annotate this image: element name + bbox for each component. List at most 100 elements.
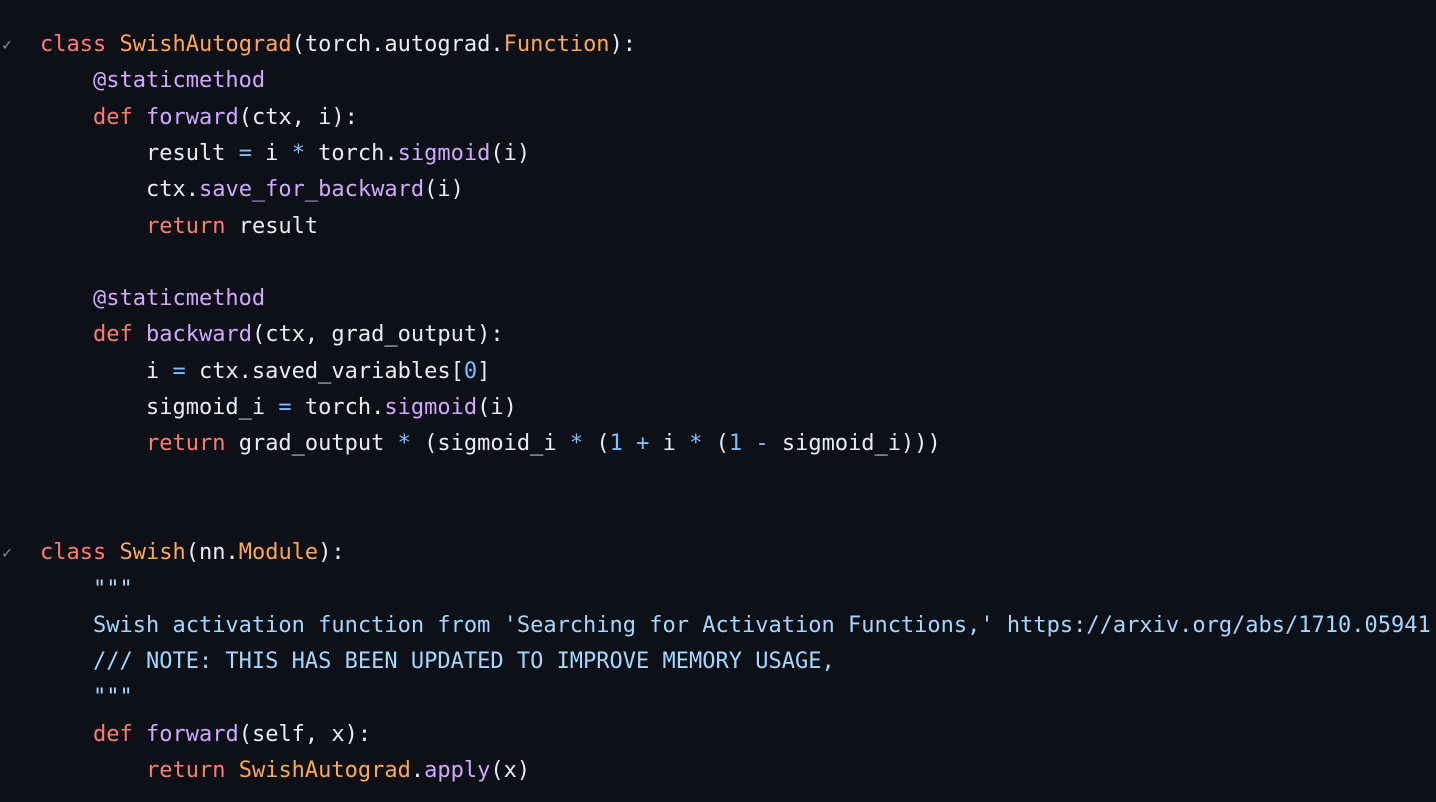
code-token: backward — [145, 322, 252, 348]
code-text: ctx.save_for_backward(i) — [40, 172, 464, 208]
code-token: (x) — [490, 758, 531, 783]
code-token: """ — [92, 685, 133, 711]
code-token: . — [410, 758, 425, 783]
code-editor[interactable]: ✓ class SwishAutograd(torch.autograd.Func… — [0, 0, 1436, 802]
code-token: sigmoid_i))) — [768, 431, 941, 457]
code-line[interactable]: return SwishAutograd.apply(x) — [0, 753, 1436, 789]
code-token: * — [291, 140, 305, 166]
code-token: (i) — [424, 177, 464, 203]
code-text: sigmoid_i = torch.sigmoid(i) — [40, 390, 517, 426]
fold-toggle-icon[interactable]: ✓ — [0, 535, 14, 571]
code-text: i = ctx.saved_variables[0] — [40, 354, 490, 390]
code-token: /// NOTE: THIS HAS BEEN UPDATED TO IMPRO… — [92, 649, 835, 675]
code-token: ( — [583, 431, 610, 457]
code-line[interactable]: /// NOTE: THIS HAS BEEN UPDATED TO IMPRO… — [0, 644, 1436, 680]
code-token: - — [755, 431, 769, 457]
code-token: * — [397, 431, 411, 457]
code-token: ): — [318, 540, 345, 566]
code-line[interactable]: i = ctx.saved_variables[0] — [0, 354, 1436, 390]
code-token: return — [145, 213, 226, 239]
code-token: * — [569, 431, 584, 457]
code-token: ctx.saved_variables[ — [185, 358, 464, 384]
code-token: return — [145, 431, 226, 457]
code-token: Module — [238, 540, 319, 566]
code-token: torch. — [291, 395, 385, 420]
code-token: torch. — [304, 140, 398, 166]
code-line[interactable]: def forward(self, x): — [0, 717, 1436, 753]
code-line[interactable]: """ — [0, 572, 1436, 608]
code-line[interactable]: ctx.save_for_backward(i) — [0, 172, 1436, 208]
code-line[interactable]: sigmoid_i = torch.sigmoid(i) — [0, 390, 1436, 426]
code-token: (sigmoid_i — [410, 431, 570, 457]
code-token: = — [238, 140, 252, 166]
code-line[interactable]: Swish activation function from 'Searchin… — [0, 608, 1436, 644]
code-token: forward — [145, 721, 239, 747]
code-token: Swish activation function from 'Searchin… — [92, 612, 1436, 638]
code-line[interactable] — [0, 245, 1436, 281]
code-line[interactable]: """ — [0, 680, 1436, 716]
code-line[interactable]: def backward(ctx, grad_output): — [0, 317, 1436, 353]
code-token: (ctx, i): — [238, 104, 358, 130]
code-token: i — [40, 358, 173, 384]
code-line[interactable] — [0, 463, 1436, 499]
code-text: return result — [40, 209, 318, 245]
code-token: result — [225, 213, 319, 239]
code-token: 1 — [728, 431, 743, 457]
code-token: class — [40, 32, 107, 57]
code-token: SwishAutograd — [238, 758, 411, 783]
code-text: /// NOTE: THIS HAS BEEN UPDATED TO IMPRO… — [40, 644, 835, 680]
code-text: """ — [40, 680, 133, 716]
code-line[interactable]: ✓ class SwishAutograd(torch.autograd.Func… — [0, 27, 1436, 63]
code-token: @staticmethod — [92, 286, 266, 312]
code-token: (ctx, grad_output): — [251, 322, 504, 348]
code-token: sigmoid — [384, 395, 478, 420]
code-line[interactable]: result = i * torch.sigmoid(i) — [0, 136, 1436, 172]
fold-toggle-icon[interactable]: ✓ — [0, 27, 14, 63]
code-token: save_for_backward — [198, 177, 425, 203]
code-token: ] — [477, 358, 491, 384]
code-token: (nn. — [185, 540, 239, 566]
code-text: @staticmethod — [40, 63, 265, 99]
code-text: Swish activation function from 'Searchin… — [40, 608, 1436, 644]
code-token: ctx. — [40, 177, 199, 203]
code-line[interactable]: ✓ class Swish(nn.Module): — [0, 535, 1436, 571]
code-token: ( — [702, 431, 729, 457]
code-text: def backward(ctx, grad_output): — [40, 317, 504, 353]
code-token: (torch.autograd. — [291, 32, 504, 57]
code-token: Swish — [119, 540, 186, 566]
code-token: sigmoid_i — [40, 395, 279, 420]
code-token: def — [92, 322, 133, 348]
code-token: + — [636, 431, 650, 457]
code-token: class — [40, 540, 107, 566]
code-token: """ — [92, 576, 133, 602]
code-line[interactable]: def forward(ctx, i): — [0, 100, 1436, 136]
code-line[interactable]: return grad_output * (sigmoid_i * (1 + i… — [0, 426, 1436, 462]
code-text: def forward(ctx, i): — [40, 100, 358, 136]
code-text: return grad_output * (sigmoid_i * (1 + i… — [40, 426, 941, 462]
code-line[interactable]: return result — [0, 209, 1436, 245]
code-token: apply — [424, 758, 491, 783]
code-text: class Swish(nn.Module): — [40, 535, 345, 571]
code-token: i — [251, 140, 292, 166]
code-line[interactable]: @staticmethod — [0, 63, 1436, 99]
code-text: return SwishAutograd.apply(x) — [40, 753, 530, 789]
code-token: @staticmethod — [92, 68, 266, 94]
code-token: grad_output — [225, 431, 398, 457]
code-text: def forward(self, x): — [40, 717, 371, 753]
code-token: return — [145, 758, 226, 783]
code-line[interactable]: @staticmethod — [0, 281, 1436, 317]
code-line[interactable] — [0, 499, 1436, 535]
code-text: @staticmethod — [40, 281, 265, 317]
